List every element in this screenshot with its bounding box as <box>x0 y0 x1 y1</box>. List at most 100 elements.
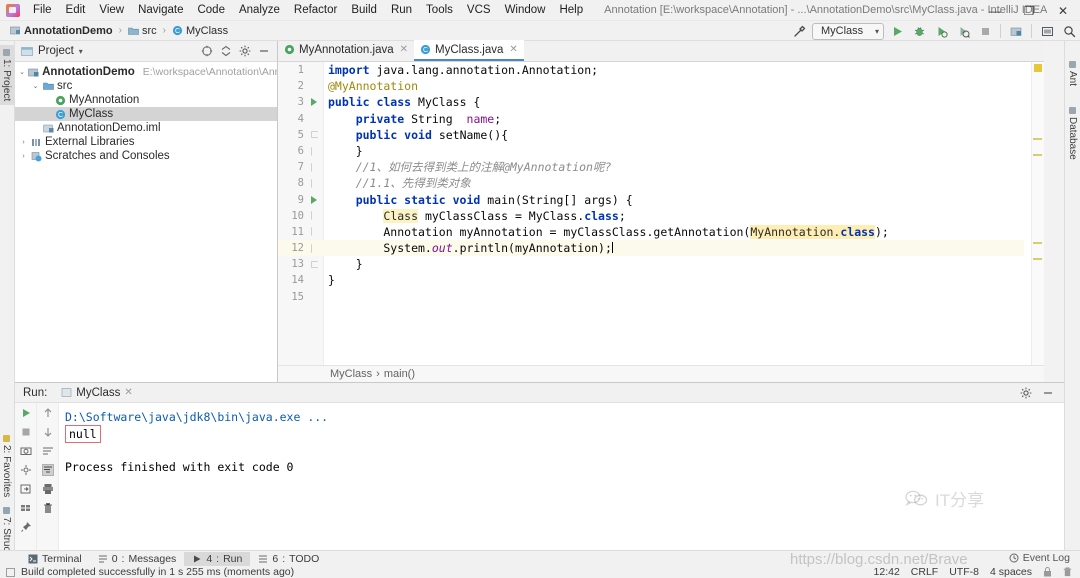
console-output[interactable]: D:\Software\java\jdk8\bin\java.exe ... n… <box>59 403 1064 551</box>
chevron-right-icon[interactable]: › <box>19 153 28 160</box>
print-icon[interactable] <box>42 483 54 495</box>
run-with-coverage-button[interactable] <box>932 22 950 40</box>
maximize-button[interactable]: ❐ <box>1012 0 1046 21</box>
tree-node-scratches[interactable]: › Scratches and Consoles <box>15 149 277 163</box>
gutter-run-icon[interactable] <box>304 98 324 107</box>
menu-window[interactable]: Window <box>498 2 553 18</box>
tree-node-myclass[interactable]: C MyClass <box>15 107 277 121</box>
chevron-right-icon[interactable]: › <box>19 139 28 146</box>
debug-button[interactable] <box>910 22 928 40</box>
hide-window-icon[interactable] <box>1042 387 1054 399</box>
bottom-tab-messages[interactable]: 0: Messages <box>90 552 185 566</box>
menu-vcs[interactable]: VCS <box>460 2 498 18</box>
navbar-crumb-folder[interactable]: src <box>123 24 162 38</box>
fold-marker[interactable] <box>304 211 324 221</box>
tree-node-iml[interactable]: AnnotationDemo.iml <box>15 121 277 135</box>
menu-file[interactable]: File <box>26 2 59 18</box>
close-button[interactable]: ✕ <box>1046 0 1080 21</box>
stop-button[interactable] <box>976 22 994 40</box>
profiler-button[interactable] <box>954 22 972 40</box>
rerun-icon[interactable] <box>20 407 32 419</box>
build-hammer-icon[interactable] <box>790 22 808 40</box>
menu-build[interactable]: Build <box>344 2 384 18</box>
menu-run[interactable]: Run <box>384 2 419 18</box>
pin-icon[interactable] <box>20 521 32 533</box>
caret-position[interactable]: 12:42 <box>874 566 900 578</box>
tree-node-external-libraries[interactable]: › External Libraries <box>15 135 277 149</box>
fold-marker[interactable] <box>304 243 324 253</box>
inspection-status-icon[interactable] <box>1034 64 1042 72</box>
sidebar-item-ant[interactable]: Ant <box>1065 57 1080 90</box>
tab-myclass-java[interactable]: C MyClass.java ✕ <box>414 40 524 61</box>
close-icon[interactable]: ✕ <box>400 44 408 55</box>
scroll-to-end-icon[interactable] <box>41 464 54 476</box>
menu-edit[interactable]: Edit <box>59 2 93 18</box>
bottom-tab-terminal[interactable]: Terminal <box>20 552 90 566</box>
sidebar-item-favorites[interactable]: 2: Favorites <box>0 431 14 501</box>
stop-icon[interactable] <box>20 426 32 438</box>
menu-refactor[interactable]: Refactor <box>287 2 344 18</box>
project-structure-icon[interactable] <box>1007 22 1025 40</box>
menu-navigate[interactable]: Navigate <box>131 2 190 18</box>
clear-all-icon[interactable] <box>42 502 54 514</box>
file-encoding[interactable]: UTF-8 <box>949 566 979 578</box>
line-separator[interactable]: CRLF <box>911 566 938 578</box>
run-tool-header: Run: MyClass ✕ <box>15 383 1064 403</box>
menu-view[interactable]: View <box>92 2 131 18</box>
menu-help[interactable]: Help <box>552 2 590 18</box>
run-button[interactable] <box>888 22 906 40</box>
tree-node-annotationdemo-label: AnnotationDemo <box>42 66 135 78</box>
menu-tools[interactable]: Tools <box>419 2 460 18</box>
collapse-all-icon[interactable] <box>220 45 232 57</box>
code-editor[interactable]: 1 import java.lang.annotation.Annotation… <box>278 62 1044 365</box>
chevron-down-icon[interactable]: ⌄ <box>19 68 25 76</box>
fold-marker[interactable] <box>304 260 324 268</box>
tree-node-src[interactable]: ⌄ src <box>15 79 277 93</box>
console-output-value: null <box>65 425 101 443</box>
hide-window-icon[interactable] <box>258 45 270 57</box>
trash-icon[interactable] <box>1063 567 1072 577</box>
close-icon[interactable]: ✕ <box>124 387 132 398</box>
layout-icon[interactable] <box>1038 22 1056 40</box>
sidebar-item-database[interactable]: Database <box>1065 103 1080 164</box>
minimize-button[interactable]: — <box>978 0 1012 21</box>
gear-icon[interactable] <box>239 45 251 57</box>
gear-icon[interactable] <box>1020 387 1032 399</box>
locate-target-icon[interactable] <box>201 45 213 57</box>
fold-marker[interactable] <box>304 131 324 139</box>
thread-dump-icon[interactable] <box>20 464 32 476</box>
tree-node-annotationdemo[interactable]: ⌄ AnnotationDemo E:\workspace\Annotation… <box>15 65 277 79</box>
run-tab-myclass[interactable]: MyClass ✕ <box>55 385 138 401</box>
export-icon[interactable] <box>20 483 32 495</box>
menu-analyze[interactable]: Analyze <box>232 2 287 18</box>
chevron-down-icon[interactable]: ▾ <box>79 47 83 56</box>
event-log-button[interactable]: Event Log <box>1009 552 1070 564</box>
arrow-down-icon[interactable] <box>42 426 54 438</box>
menu-code[interactable]: Code <box>190 2 232 18</box>
bottom-tab-run[interactable]: 4: Run <box>184 551 251 566</box>
console-settings-icon[interactable] <box>20 502 32 514</box>
chevron-down-icon[interactable]: ⌄ <box>31 82 40 90</box>
lock-icon[interactable] <box>1043 567 1052 577</box>
tab-myannotation-java[interactable]: MyAnnotation.java ✕ <box>278 40 414 61</box>
camera-snapshot-icon[interactable] <box>20 445 32 457</box>
bottom-tab-todo[interactable]: 6: TODO <box>250 552 327 566</box>
editor-scrollbar[interactable] <box>1031 62 1044 365</box>
arrow-up-icon[interactable] <box>42 407 54 419</box>
fold-marker[interactable] <box>304 146 324 156</box>
breadcrumb-method[interactable]: main() <box>384 368 415 380</box>
navbar-crumb-class[interactable]: C MyClass <box>167 24 233 38</box>
fold-marker[interactable] <box>304 227 324 237</box>
navbar-crumb-module[interactable]: AnnotationDemo <box>5 24 118 38</box>
tree-node-myannotation[interactable]: MyAnnotation <box>15 93 277 107</box>
fold-marker[interactable] <box>304 178 324 188</box>
gutter-run-icon[interactable] <box>304 195 324 204</box>
sidebar-item-project[interactable]: 1: Project <box>0 45 14 106</box>
run-configuration-selector[interactable]: MyClass ▾ <box>812 22 884 40</box>
fold-marker[interactable] <box>304 162 324 172</box>
breadcrumb-class[interactable]: MyClass <box>330 368 372 380</box>
close-icon[interactable]: ✕ <box>509 44 517 55</box>
search-icon[interactable] <box>1060 22 1078 40</box>
indent-setting[interactable]: 4 spaces <box>990 566 1032 578</box>
soft-wrap-icon[interactable] <box>42 445 54 457</box>
